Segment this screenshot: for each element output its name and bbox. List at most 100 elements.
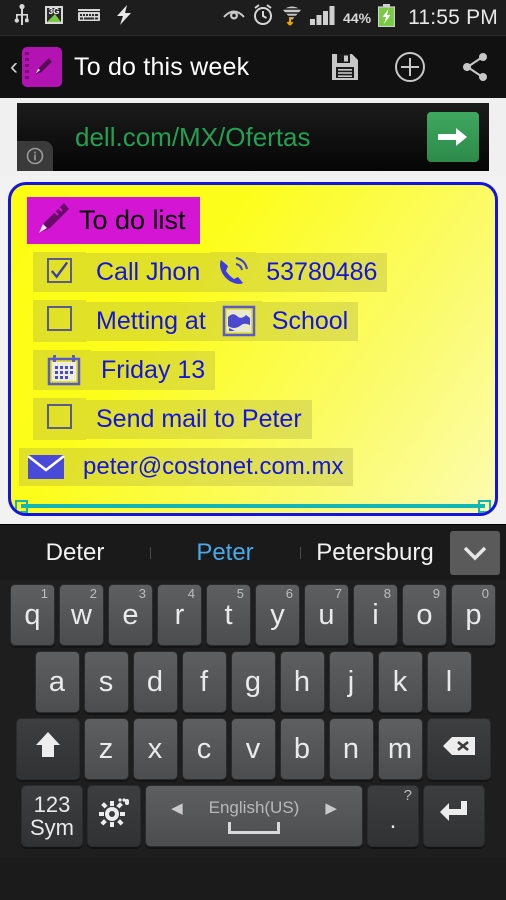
key-q[interactable]: 1q <box>10 584 55 646</box>
status-bar: 3G 44% 11:55 PM <box>0 0 506 36</box>
battery-percent-label: 44% <box>343 9 372 26</box>
key-i[interactable]: 8i <box>353 584 398 646</box>
cell-signal-icon <box>310 5 336 30</box>
note-title-label: To do list <box>79 205 186 235</box>
note-item-row[interactable]: Friday 13 <box>33 350 495 390</box>
map-icon[interactable] <box>215 301 262 341</box>
note-item-email[interactable]: peter@costonet.com.mx <box>73 448 354 486</box>
gear-icon <box>99 797 129 835</box>
suggestion-item[interactable]: Petersburg <box>300 539 450 567</box>
action-bar-buttons <box>330 51 490 83</box>
note-item-row[interactable]: Call Jhon 53780486 <box>33 252 495 292</box>
key-s[interactable]: s <box>83 651 129 713</box>
key-j[interactable]: j <box>328 651 374 713</box>
symbols-key[interactable]: 123 Sym <box>21 785 83 847</box>
key-h[interactable]: h <box>279 651 325 713</box>
key-g[interactable]: g <box>230 651 276 713</box>
on-screen-keyboard: 1q 2w 3e 4r 5t 6y 7u 8i 9o 0p a s d f g … <box>0 580 506 858</box>
text-selection-handle-bar[interactable] <box>15 500 491 513</box>
period-key[interactable]: ? . <box>367 785 419 847</box>
flash-icon <box>114 4 134 31</box>
key-x[interactable]: x <box>132 718 178 780</box>
status-bar-right-icons: 44% 11:55 PM <box>223 3 498 32</box>
info-icon[interactable] <box>17 141 53 171</box>
key-l[interactable]: l <box>426 651 472 713</box>
note-item-label: Metting at <box>86 301 216 341</box>
key-n[interactable]: n <box>328 718 374 780</box>
triangle-right-icon[interactable]: ▶ <box>325 799 337 817</box>
note-item-label: Call Jhon <box>86 252 211 292</box>
svg-text:3G: 3G <box>49 7 60 16</box>
keyboard-settings-key[interactable] <box>87 785 141 847</box>
ad-cta-button[interactable] <box>427 112 479 162</box>
note-title-chip[interactable]: To do list <box>27 197 200 244</box>
enter-arrow-icon <box>438 798 470 834</box>
key-k[interactable]: k <box>377 651 423 713</box>
space-language-label: English(US) <box>208 798 300 817</box>
save-button[interactable] <box>330 52 360 82</box>
key-r[interactable]: 4r <box>157 584 202 646</box>
note-item-phone-number[interactable]: 53780486 <box>256 252 388 292</box>
triangle-left-icon[interactable]: ◀ <box>171 799 183 817</box>
suggestion-item-active[interactable]: Peter <box>150 539 300 567</box>
note-item-label: Send mail to Peter <box>86 399 312 439</box>
space-key[interactable]: ◀ English(US) ▶ <box>145 785 363 847</box>
shift-arrow-icon <box>34 730 62 768</box>
key-t[interactable]: 5t <box>206 584 251 646</box>
key-u[interactable]: 7u <box>304 584 349 646</box>
keyboard-row-4: 123 Sym ◀ English(US) ▶ ? . <box>2 785 504 847</box>
3g-signal-icon: 3G <box>44 5 64 30</box>
suggestion-item[interactable]: Deter <box>0 539 150 567</box>
key-d[interactable]: d <box>132 651 178 713</box>
shift-key[interactable] <box>15 718 80 780</box>
note-item-row[interactable]: Send mail to Peter <box>33 398 495 440</box>
key-z[interactable]: z <box>83 718 129 780</box>
key-y[interactable]: 6y <box>255 584 300 646</box>
ad-banner[interactable]: dell.com/MX/Ofertas <box>17 103 489 171</box>
wifi-icon <box>281 4 304 31</box>
note-item-row[interactable]: peter@costonet.com.mx <box>19 448 495 486</box>
suggestion-bar: Deter Peter Petersburg <box>0 524 506 580</box>
alarm-icon <box>252 4 274 31</box>
note-item-row[interactable]: Metting at School <box>33 300 495 342</box>
keyboard-row-1: 1q 2w 3e 4r 5t 6y 7u 8i 9o 0p <box>2 584 504 646</box>
key-f[interactable]: f <box>181 651 227 713</box>
note-item-location[interactable]: School <box>261 301 359 341</box>
note-editor[interactable]: To do list Call Jhon 53780486 Metting at… <box>8 182 498 516</box>
key-p[interactable]: 0p <box>451 584 496 646</box>
key-w[interactable]: 2w <box>59 584 104 646</box>
note-item-label: Friday 13 <box>91 350 216 390</box>
key-o[interactable]: 9o <box>402 584 447 646</box>
backspace-icon <box>442 733 476 766</box>
keyboard-row-2: a s d f g h j k l <box>2 651 504 713</box>
phone-screen: 3G 44% 11:55 PM ‹ To do this week dell.c… <box>0 0 506 900</box>
key-a[interactable]: a <box>34 651 80 713</box>
notepad-pen-icon <box>22 47 62 87</box>
checkbox-checked[interactable] <box>33 252 86 292</box>
note-title-row[interactable]: To do list <box>27 197 495 244</box>
key-c[interactable]: c <box>181 718 227 780</box>
calendar-icon[interactable] <box>33 350 91 390</box>
key-b[interactable]: b <box>279 718 325 780</box>
checkbox-unchecked[interactable] <box>33 300 86 342</box>
ad-url-label[interactable]: dell.com/MX/Ofertas <box>75 122 311 153</box>
checkbox-unchecked[interactable] <box>33 398 86 440</box>
usb-icon <box>14 4 30 31</box>
keyboard-row-3: z x c v b n m <box>2 718 504 780</box>
chevron-down-icon[interactable] <box>450 530 500 575</box>
battery-charging-icon <box>377 3 396 32</box>
backspace-key[interactable] <box>426 718 491 780</box>
share-button[interactable] <box>460 52 490 82</box>
key-e[interactable]: 3e <box>108 584 153 646</box>
back-button[interactable]: ‹ <box>6 55 22 79</box>
pencil-icon <box>31 200 71 241</box>
add-button[interactable] <box>394 51 426 83</box>
note-container: To do list Call Jhon 53780486 Metting at… <box>0 176 506 524</box>
key-m[interactable]: m <box>377 718 423 780</box>
ad-banner-container: dell.com/MX/Ofertas <box>0 98 506 176</box>
key-v[interactable]: v <box>230 718 276 780</box>
phone-icon[interactable] <box>210 252 257 292</box>
eye-icon <box>223 7 245 28</box>
envelope-icon[interactable] <box>19 448 73 486</box>
enter-key[interactable] <box>423 785 485 847</box>
